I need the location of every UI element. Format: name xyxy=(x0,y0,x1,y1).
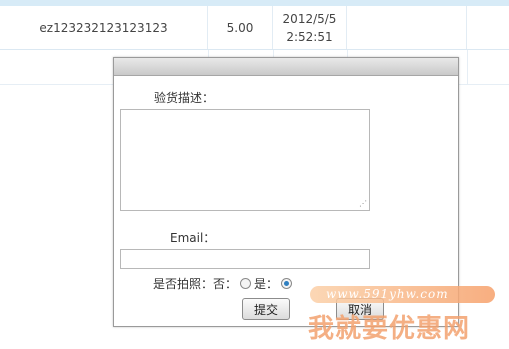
submit-button[interactable]: 提交 xyxy=(242,298,290,320)
option-no-label: 否： xyxy=(213,276,238,291)
photo-no-radio[interactable] xyxy=(240,277,252,289)
resize-grip-icon[interactable]: ⋰ xyxy=(359,200,367,208)
photo-yes-radio[interactable] xyxy=(281,277,293,289)
amount-cell: 5.00 xyxy=(208,6,273,49)
dialog-titlebar[interactable] xyxy=(114,58,458,76)
column-divider xyxy=(467,50,468,84)
email-label: Email： xyxy=(170,231,216,245)
watermark-logo-text: 我就要优惠网 xyxy=(308,314,471,344)
time-text: 2:52:51 xyxy=(286,29,333,44)
watermark-url: www.591yhw.com xyxy=(326,287,449,301)
description-label: 验货描述： xyxy=(154,91,215,105)
order-id-cell: ez123232123123123 xyxy=(0,6,208,49)
date-text: 2012/5/5 xyxy=(282,11,337,26)
table-row: ez123232123123123 5.00 2012/5/5 2:52:51 xyxy=(0,6,509,50)
photo-label: 是否拍照： xyxy=(153,276,214,291)
empty-cell xyxy=(467,6,509,49)
datetime-cell: 2012/5/5 2:52:51 xyxy=(273,6,347,49)
description-textarea[interactable]: ⋰ xyxy=(120,109,370,211)
empty-cell xyxy=(347,6,467,49)
option-yes-label: 是： xyxy=(254,276,279,291)
email-field[interactable] xyxy=(120,249,370,269)
photo-option-row: 是否拍照： 否： 是： xyxy=(153,274,295,292)
